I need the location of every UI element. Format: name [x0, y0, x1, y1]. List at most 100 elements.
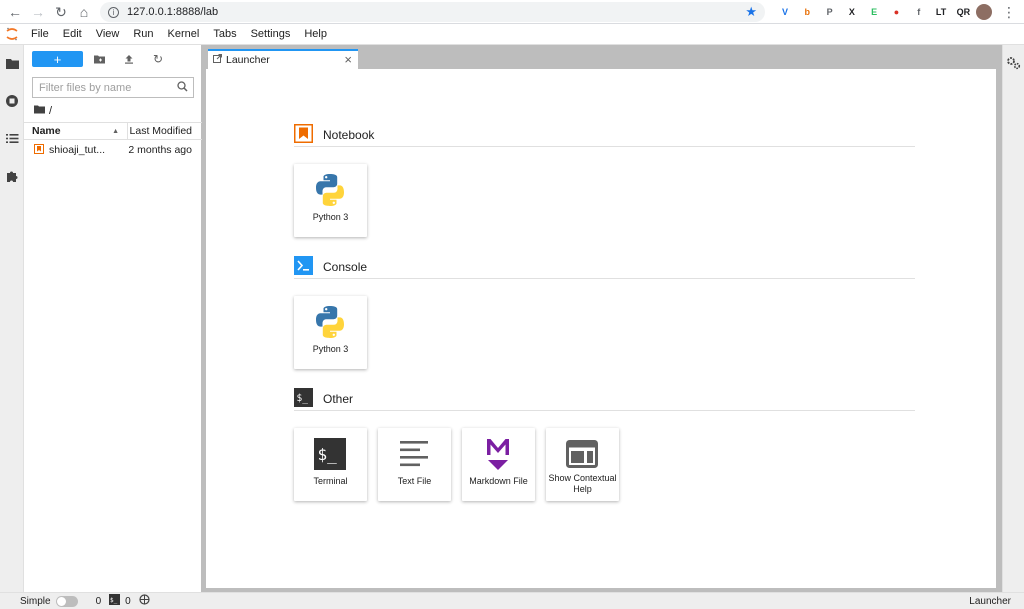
notebook-section-icon [294, 123, 313, 146]
menu-view[interactable]: View [89, 24, 127, 45]
ext-flag-icon[interactable]: f [911, 4, 927, 20]
profile-avatar[interactable] [976, 4, 992, 20]
reload-icon[interactable]: ↻ [52, 3, 70, 21]
browser-toolbar: ← → ↻ ⌂ i 127.0.0.1:8888/lab ★ Vb P X E ● f LT… [0, 0, 1024, 24]
url-text: 127.0.0.1:8888/lab [127, 6, 219, 18]
left-sidebar [0, 45, 24, 592]
menu-run[interactable]: Run [126, 24, 160, 45]
notebook-section-title: Notebook [323, 127, 375, 142]
menu-tabs[interactable]: Tabs [206, 24, 243, 45]
ext-v-icon[interactable]: V [777, 4, 793, 20]
text-file-icon [396, 436, 432, 472]
ext-lt-icon[interactable]: LT [933, 4, 949, 20]
running-kernels-icon[interactable] [4, 93, 20, 109]
bookmark-star-icon[interactable]: ★ [745, 4, 757, 20]
kernels-count: 0 [125, 595, 131, 607]
terminal-card[interactable]: $_ Terminal [294, 428, 367, 501]
refresh-icon[interactable]: ↻ [150, 52, 166, 66]
address-bar[interactable]: i 127.0.0.1:8888/lab ★ [100, 2, 765, 22]
svg-text:$_: $_ [110, 597, 118, 604]
card-label: Text File [397, 476, 432, 486]
card-label: Python 3 [312, 344, 349, 354]
tab-label: Launcher [226, 54, 270, 66]
console-section-icon [294, 255, 313, 278]
property-inspector-icon[interactable] [1006, 56, 1021, 73]
python-logo-icon [312, 172, 348, 208]
markdown-file-card[interactable]: Markdown File [462, 428, 535, 501]
file-modified: 2 months ago [128, 144, 192, 156]
notebook-section-header: Notebook [294, 123, 915, 147]
console-section-title: Console [323, 259, 368, 274]
current-activity-label: Launcher [969, 595, 1011, 607]
back-icon[interactable]: ← [6, 3, 24, 21]
menu-edit[interactable]: Edit [56, 24, 89, 45]
breadcrumb-folder-icon[interactable] [34, 105, 45, 117]
console-python3-card[interactable]: Python 3 [294, 296, 367, 369]
modified-column-header[interactable]: Last Modified [128, 125, 202, 137]
table-of-contents-icon[interactable] [4, 130, 20, 146]
terminal-icon: $_ [312, 436, 348, 472]
status-bar: Simple 0 $_ 0 Launcher [0, 592, 1024, 609]
other-section-header: $_ Other [294, 387, 915, 411]
name-column-label: Name [32, 125, 61, 137]
file-name: shioaji_tut... [49, 144, 106, 156]
simple-mode-label: Simple [20, 595, 51, 607]
menu-file[interactable]: File [24, 24, 56, 45]
console-section-header: Console [294, 255, 915, 279]
ext-x-icon[interactable]: X [844, 4, 860, 20]
right-sidebar [1002, 45, 1024, 592]
ext-evernote-icon[interactable]: E [866, 4, 882, 20]
upload-icon[interactable] [121, 52, 137, 66]
new-folder-icon[interactable] [91, 52, 107, 66]
card-label: Show Contextual Help [548, 473, 617, 494]
filter-files-input[interactable]: Filter files by name [32, 77, 194, 98]
terminals-count: 0 [95, 595, 102, 607]
forward-icon[interactable]: → [29, 3, 47, 21]
browser-menu-icon[interactable]: ⋮ [1000, 3, 1018, 21]
file-browser-panel: + ↻ Filter files by name / Name ▲ Last M… [24, 45, 202, 592]
markdown-icon [480, 436, 516, 472]
tab-launcher[interactable]: Launcher × [208, 49, 358, 69]
svg-text:$_: $_ [297, 393, 309, 404]
ext-red-icon[interactable]: ● [889, 4, 905, 20]
contextual-help-icon [564, 436, 600, 472]
menu-help[interactable]: Help [297, 24, 334, 45]
main-dock-area: Launcher × Notebook Python 3 Console Pyt… [202, 45, 1002, 592]
menubar: File Edit View Run Kernel Tabs Settings Help [0, 24, 1024, 45]
text-file-card[interactable]: Text File [378, 428, 451, 501]
filter-placeholder: Filter files by name [39, 81, 132, 94]
folder-icon[interactable] [4, 55, 20, 71]
jupyter-logo [0, 24, 24, 45]
new-launcher-button[interactable]: + [32, 51, 83, 67]
menu-kernel[interactable]: Kernel [161, 24, 207, 45]
name-column-header[interactable]: Name ▲ [24, 123, 128, 139]
card-label: Python 3 [312, 212, 349, 222]
python-logo-icon [312, 304, 348, 340]
card-label: Markdown File [469, 476, 528, 486]
svg-text:$_: $_ [318, 445, 338, 464]
card-label: Terminal [313, 476, 348, 486]
notebook-python3-card[interactable]: Python 3 [294, 164, 367, 237]
site-info-icon[interactable]: i [108, 6, 119, 18]
extensions-puzzle-icon[interactable] [4, 168, 20, 184]
launcher-panel: Notebook Python 3 Console Python 3 $_ Ot… [206, 69, 996, 588]
file-list-header: Name ▲ Last Modified [24, 122, 202, 140]
ext-pocket-icon[interactable]: P [822, 4, 838, 20]
sort-ascending-icon: ▲ [112, 127, 119, 135]
other-section-title: Other [323, 391, 354, 406]
breadcrumb: / [34, 105, 52, 117]
close-tab-icon[interactable]: × [344, 52, 352, 67]
kernel-status-icon[interactable] [139, 594, 150, 608]
other-section-icon: $_ [294, 387, 313, 410]
home-icon[interactable]: ⌂ [75, 3, 93, 21]
breadcrumb-root[interactable]: / [49, 105, 52, 117]
launcher-tab-icon [213, 54, 222, 66]
contextual-help-card[interactable]: Show Contextual Help [546, 428, 619, 501]
ext-qr-icon[interactable]: QR [955, 4, 971, 20]
file-row[interactable]: shioaji_tut... 2 months ago [24, 142, 202, 158]
terminal-status-icon[interactable]: $_ [109, 594, 121, 608]
ext-b-icon[interactable]: b [799, 4, 815, 20]
search-icon [177, 81, 188, 95]
simple-mode-toggle[interactable] [55, 595, 78, 607]
menu-settings[interactable]: Settings [244, 24, 298, 45]
